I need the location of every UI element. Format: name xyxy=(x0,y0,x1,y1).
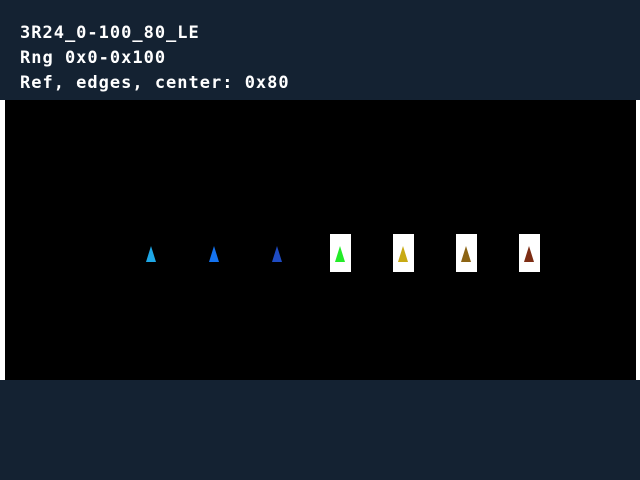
color-marker-3 xyxy=(267,234,288,272)
color-marker-1 xyxy=(141,234,162,272)
triangle-icon xyxy=(398,246,408,262)
info-header: 3R24_0-100_80_LE Rng 0x0-0x100 Ref, edge… xyxy=(20,22,290,97)
color-marker-5 xyxy=(393,234,414,272)
triangle-icon xyxy=(146,246,156,262)
triangle-icon xyxy=(335,246,345,262)
triangle-icon xyxy=(209,246,219,262)
test-pattern-screen: 3R24_0-100_80_LE Rng 0x0-0x100 Ref, edge… xyxy=(0,0,640,480)
color-marker-7 xyxy=(519,234,540,272)
pattern-name: 3R24_0-100_80_LE xyxy=(20,23,200,43)
right-edge-marker xyxy=(636,100,640,380)
triangle-icon xyxy=(272,246,282,262)
color-marker-6 xyxy=(456,234,477,272)
triangle-icon xyxy=(461,246,471,262)
test-stage xyxy=(0,100,640,380)
reference-label: Ref, edges, center: 0x80 xyxy=(20,73,290,93)
range-label: Rng 0x0-0x100 xyxy=(20,48,167,68)
triangle-icon xyxy=(524,246,534,262)
left-edge-marker xyxy=(0,100,5,380)
color-marker-2 xyxy=(204,234,225,272)
color-marker-4 xyxy=(330,234,351,272)
